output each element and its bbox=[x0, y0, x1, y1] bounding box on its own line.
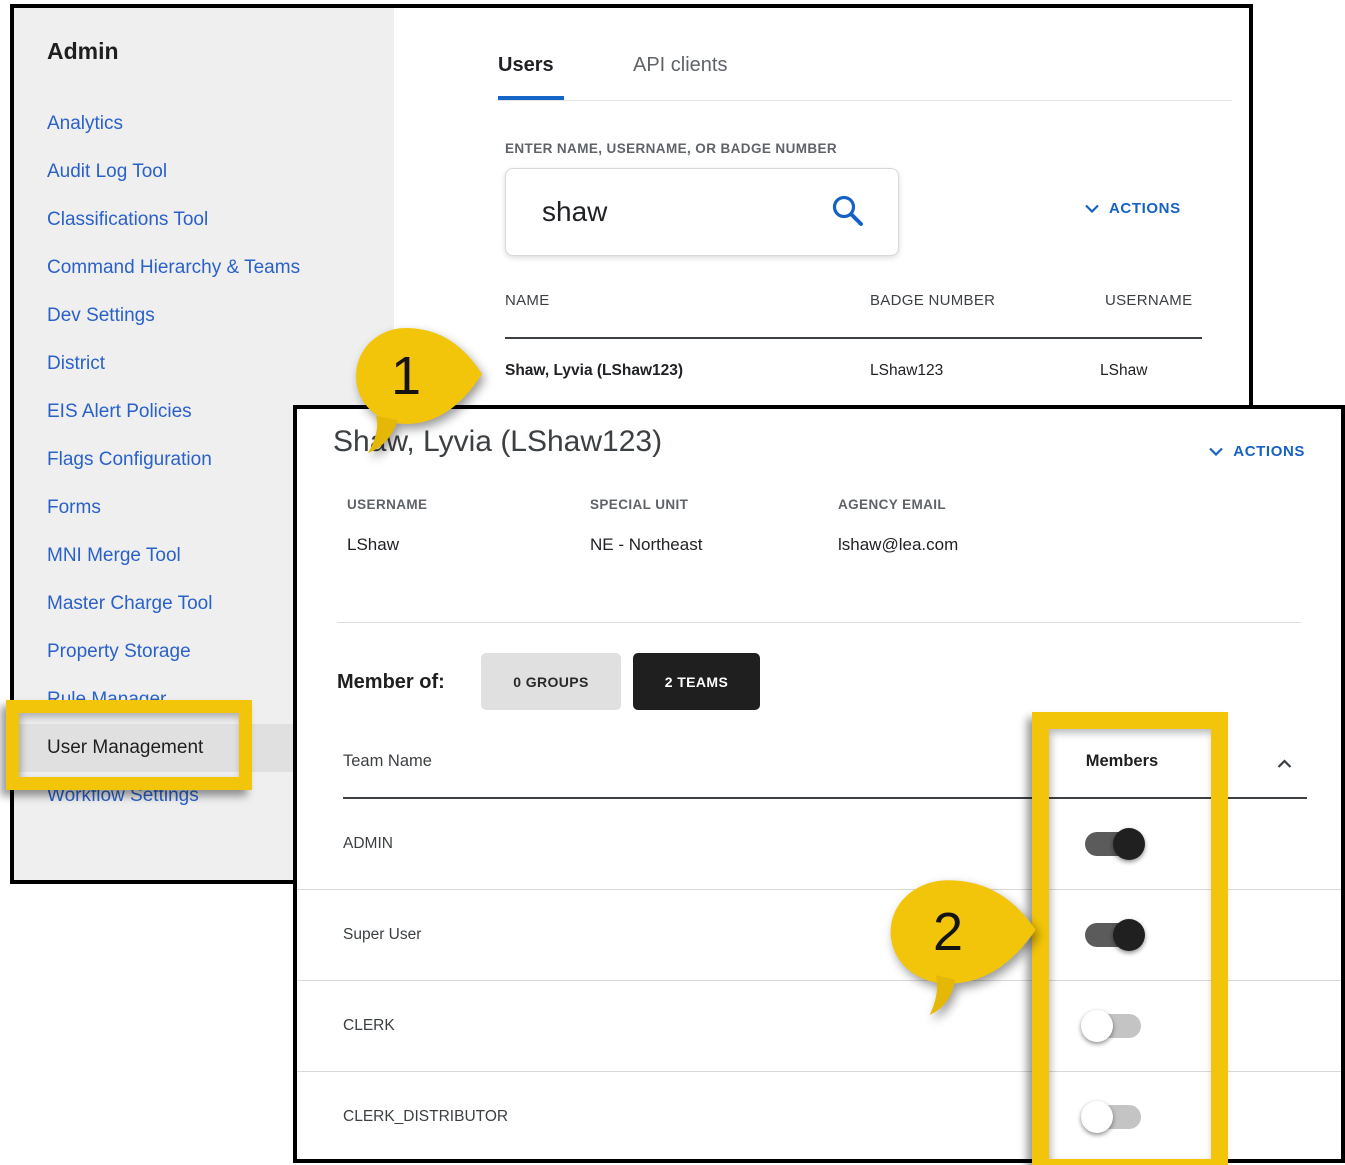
column-header-badge: BADGE NUMBER bbox=[870, 292, 995, 309]
users-table-header-line bbox=[505, 337, 1202, 339]
column-header-team-name: Team Name bbox=[343, 752, 432, 771]
member-of-label: Member of: bbox=[337, 671, 445, 694]
sidebar-title: Admin bbox=[47, 38, 119, 65]
detail-actions-label: ACTIONS bbox=[1233, 443, 1305, 460]
column-header-name: NAME bbox=[505, 292, 550, 309]
highlight-box-user-management bbox=[6, 700, 252, 790]
sidebar-item-audit-log-tool[interactable]: Audit Log Tool bbox=[47, 148, 394, 196]
sidebar-item-classifications-tool[interactable]: Classifications Tool bbox=[47, 196, 394, 244]
team-name-label: Super User bbox=[343, 890, 421, 980]
tab-divider bbox=[498, 100, 1232, 101]
chevron-down-icon bbox=[1085, 200, 1099, 217]
detail-actions-button[interactable]: ACTIONS bbox=[1209, 443, 1305, 460]
field-value-username: LShaw bbox=[347, 535, 399, 555]
user-row-name[interactable]: Shaw, Lyvia (LShaw123) bbox=[505, 362, 683, 380]
field-label-username: USERNAME bbox=[347, 497, 427, 512]
chevron-down-icon bbox=[1209, 443, 1223, 460]
tab-api-clients[interactable]: API clients bbox=[633, 54, 727, 77]
field-label-agency-email: AGENCY EMAIL bbox=[838, 497, 946, 512]
team-name-label: CLERK_DISTRIBUTOR bbox=[343, 1072, 508, 1162]
users-actions-button[interactable]: ACTIONS bbox=[1085, 200, 1181, 217]
sidebar-item-command-hierarchy-teams[interactable]: Command Hierarchy & Teams bbox=[47, 244, 394, 292]
user-search-box[interactable] bbox=[505, 168, 899, 256]
column-header-username: USERNAME bbox=[1105, 292, 1192, 309]
field-value-agency-email: lshaw@lea.com bbox=[838, 535, 958, 555]
field-value-special-unit: NE - Northeast bbox=[590, 535, 702, 555]
teams-button[interactable]: 2 TEAMS bbox=[633, 653, 760, 710]
user-row-username: LShaw bbox=[1100, 362, 1147, 380]
highlight-box-members-column bbox=[1032, 712, 1228, 1165]
field-label-special-unit: SPECIAL UNIT bbox=[590, 497, 688, 512]
sort-ascending-icon[interactable] bbox=[1277, 756, 1292, 774]
team-name-label: ADMIN bbox=[343, 799, 393, 889]
sidebar-item-dev-settings[interactable]: Dev Settings bbox=[47, 292, 394, 340]
search-field-label: ENTER NAME, USERNAME, OR BADGE NUMBER bbox=[505, 141, 837, 156]
groups-button[interactable]: 0 GROUPS bbox=[481, 653, 621, 710]
search-icon[interactable] bbox=[830, 193, 866, 234]
section-divider bbox=[337, 622, 1301, 623]
tab-users[interactable]: Users bbox=[498, 54, 554, 77]
screenshot-canvas: Admin AnalyticsAudit Log ToolClassificat… bbox=[0, 0, 1345, 1165]
callout-number-1: 1 bbox=[352, 326, 460, 426]
users-actions-label: ACTIONS bbox=[1109, 200, 1181, 217]
sidebar-item-district[interactable]: District bbox=[47, 340, 394, 388]
team-name-label: CLERK bbox=[343, 981, 395, 1071]
user-search-input[interactable] bbox=[540, 189, 814, 235]
callout-number-2: 2 bbox=[886, 878, 1010, 986]
user-row-badge: LShaw123 bbox=[870, 362, 943, 380]
sidebar-item-analytics[interactable]: Analytics bbox=[47, 100, 394, 148]
